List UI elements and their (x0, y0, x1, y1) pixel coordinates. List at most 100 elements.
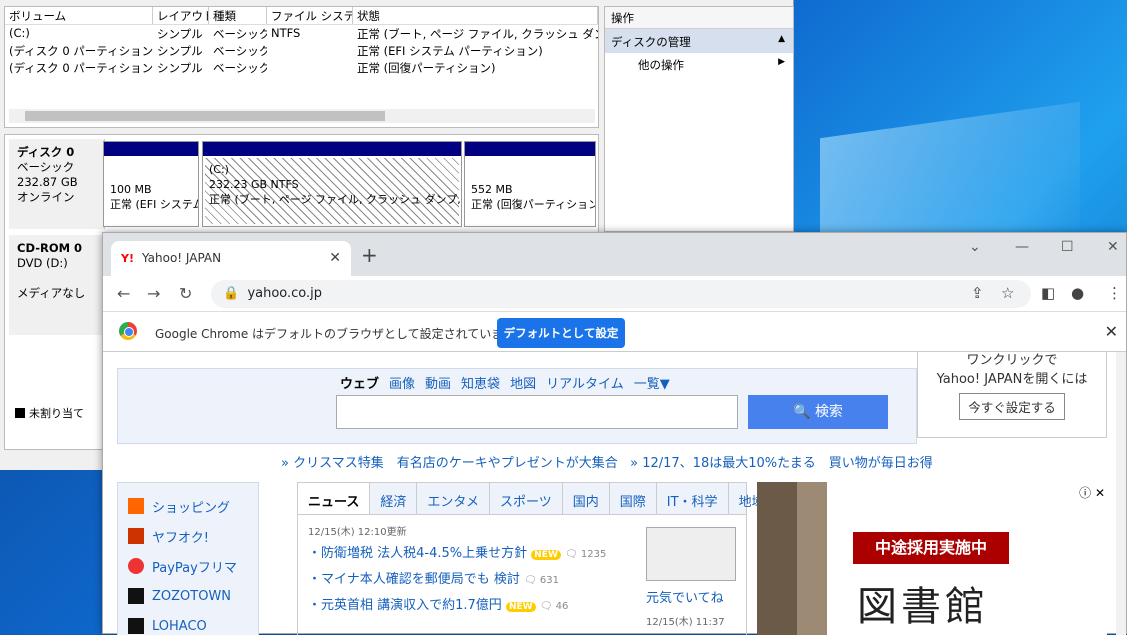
set-default-button[interactable]: デフォルトとして設定 (497, 318, 625, 348)
chrome-window: Y! Yahoo! JAPAN ✕ + ⌄ — ☐ ✕ ← → ↻ 🔒 yahoo.… (102, 232, 1127, 635)
tab-search-icon[interactable]: ⌄ (969, 239, 981, 255)
close-tab-icon[interactable]: ✕ (329, 250, 341, 266)
ad-close-icon[interactable]: ⓘ ✕ (1079, 484, 1105, 501)
disk0-type: ベーシック (17, 160, 75, 174)
tab-news[interactable]: ニュース (298, 483, 371, 514)
cell: 正常 (EFI システム パーティション) (357, 44, 543, 58)
search-tab[interactable]: 一覧▼ (634, 377, 670, 392)
section-label: ディスクの管理 (611, 35, 691, 49)
part-size: 232.23 GB NTFS (209, 178, 299, 191)
bookmark-star-icon[interactable]: ☆ (1001, 284, 1014, 302)
search-tab[interactable]: ウェブ (340, 377, 379, 392)
legend-swatch (15, 408, 25, 418)
yahoo-logo-fragment: Y! (631, 352, 649, 356)
cell: ベーシック (213, 61, 267, 75)
partition-recovery[interactable]: 552 MB 正常 (回復パーティション) (464, 141, 596, 227)
maximize-button[interactable]: ☐ (1061, 239, 1074, 255)
search-tabs: ウェブ 画像 動画 知恵袋 地図 リアルタイム 一覧▼ (340, 373, 680, 392)
page-scrollbar[interactable] (1116, 352, 1126, 635)
actions-pane: 操作 ディスクの管理 ▲ 他の操作 ▶ (604, 6, 794, 232)
advertisement[interactable]: ⓘ ✕ 中途採用実施中 図書館 (757, 482, 1107, 635)
share-icon[interactable]: ⇪ (971, 284, 984, 302)
cell: ベーシック (213, 44, 267, 58)
news-title: ・元英首相 講演収入で約1.7億円 (308, 598, 502, 613)
cdrom-type: DVD (D:) (17, 256, 68, 270)
sidebar-label: LOHACO (152, 618, 207, 634)
collapse-icon[interactable]: ▲ (778, 34, 785, 44)
back-icon[interactable]: ← (117, 284, 130, 303)
ticker-link[interactable]: » クリスマス特集 有名店のケーキやプレゼントが大集合 (281, 456, 618, 471)
search-button[interactable]: 🔍 検索 (748, 395, 888, 429)
cdrom-label[interactable]: CD-ROM 0 DVD (D:) メディアなし (9, 235, 105, 335)
scroll-thumb[interactable] (25, 111, 385, 121)
col-layout[interactable]: レイアウト (153, 7, 209, 24)
menu-icon[interactable]: ⋮ (1107, 284, 1122, 302)
cell: シンプル (157, 61, 203, 75)
actions-header: 操作 (605, 7, 793, 29)
table-row[interactable]: (ディスク 0 パーティション 1) シンプル ベーシック 正常 (EFI システム … (5, 42, 598, 59)
disk0-name: ディスク 0 (17, 145, 75, 159)
comment-count: 🗨 631 (524, 575, 559, 586)
sidebar-item-paypayfleamarket[interactable]: PayPayフリマ (128, 551, 248, 581)
sidebar-item-zozotown[interactable]: ZOZOTOWN (128, 581, 248, 611)
ticker-link[interactable]: » 12/17、18は最大10%たまる 買い物が毎日お得 (630, 456, 933, 471)
tab-title: Yahoo! JAPAN (141, 251, 222, 265)
cell: 正常 (回復パーティション) (357, 61, 496, 75)
close-window-button[interactable]: ✕ (1107, 239, 1119, 255)
search-box: ウェブ 画像 動画 知恵袋 地図 リアルタイム 一覧▼ 🔍 検索 (117, 368, 917, 444)
tab-sports[interactable]: スポーツ (490, 483, 563, 514)
search-input[interactable] (336, 395, 738, 429)
tab-it-science[interactable]: IT・科学 (657, 483, 729, 514)
table-row[interactable]: (C:) シンプル ベーシック NTFS 正常 (ブート, ページ ファイル, クラッシ… (5, 25, 598, 42)
address-bar[interactable]: 🔒 yahoo.co.jp (211, 280, 1031, 308)
search-tab[interactable]: 地図 (510, 377, 536, 392)
table-row[interactable]: (ディスク 0 パーティション 4) シンプル ベーシック 正常 (回復パーティション… (5, 59, 598, 76)
more-actions[interactable]: 他の操作 ▶ (605, 53, 793, 77)
cell (267, 59, 353, 76)
col-volume[interactable]: ボリューム (5, 7, 153, 24)
disk0-label[interactable]: ディスク 0 ベーシック 232.87 GB オンライン (9, 139, 105, 229)
sidebar-item-auction[interactable]: ヤフオク! (128, 521, 248, 551)
sidebar-item-lohaco[interactable]: LOHACO (128, 611, 248, 635)
sidepanel-icon[interactable]: ◧ (1041, 284, 1055, 302)
actions-section[interactable]: ディスクの管理 ▲ (605, 29, 793, 53)
partition-bar (104, 142, 198, 156)
thumbnail-date: 12/15(木) 11:37 (646, 617, 725, 628)
set-now-button[interactable]: 今すぐ設定する (959, 393, 1065, 420)
search-tab[interactable]: 画像 (389, 377, 415, 392)
search-tab[interactable]: 動画 (425, 377, 451, 392)
disk0-status: オンライン (17, 190, 75, 204)
thumbnail-caption[interactable]: 元気でいてね (646, 587, 724, 606)
col-status[interactable]: 状態 (353, 7, 598, 24)
ad-headline: 図書館 (857, 584, 989, 630)
disk0-size: 232.87 GB (17, 175, 78, 189)
partition-c[interactable]: (C:) 232.23 GB NTFS 正常 (ブート, ページ ファイル, クラッ… (202, 141, 462, 227)
minimize-button[interactable]: — (1015, 239, 1029, 255)
col-fs[interactable]: ファイル システム (267, 7, 353, 24)
chevron-right-icon: ▶ (778, 57, 785, 67)
cell: 正常 (ブート, ページ ファイル, クラッシュ ダンプ, ベーシ (357, 27, 598, 41)
tab-yahoo[interactable]: Y! Yahoo! JAPAN ✕ (111, 241, 351, 276)
new-badge: NEW (505, 602, 536, 612)
close-infobar-icon[interactable]: ✕ (1105, 322, 1118, 341)
search-tab[interactable]: リアルタイム (546, 377, 624, 392)
tab-world[interactable]: 国際 (610, 483, 657, 514)
ticker-text: クリスマス特集 有名店のケーキやプレゼントが大集合 (293, 456, 618, 471)
new-tab-button[interactable]: + (361, 243, 378, 267)
tab-strip: Y! Yahoo! JAPAN ✕ + ⌄ — ☐ ✕ (103, 233, 1126, 276)
news-thumbnail[interactable] (646, 527, 736, 581)
col-type[interactable]: 種類 (209, 7, 267, 24)
partition-efi[interactable]: 100 MB 正常 (EFI システム (103, 141, 199, 227)
infobar-message: Google Chrome はデフォルトのブラウザとして設定されていません (155, 327, 527, 341)
tab-entertainment[interactable]: エンタメ (417, 483, 490, 514)
forward-icon[interactable]: → (147, 284, 160, 303)
sidebar-item-shopping[interactable]: ショッピング (128, 491, 248, 521)
profile-icon[interactable]: ● (1071, 284, 1084, 302)
tab-economy[interactable]: 経済 (370, 483, 418, 514)
horizontal-scrollbar[interactable] (9, 109, 595, 123)
cell (267, 42, 353, 59)
search-tab[interactable]: 知恵袋 (461, 377, 500, 392)
news-tabs: ニュース 経済 エンタメ スポーツ 国内 国際 IT・科学 地域 (298, 483, 776, 515)
tab-domestic[interactable]: 国内 (563, 483, 610, 514)
reload-icon[interactable]: ↻ (179, 284, 192, 303)
